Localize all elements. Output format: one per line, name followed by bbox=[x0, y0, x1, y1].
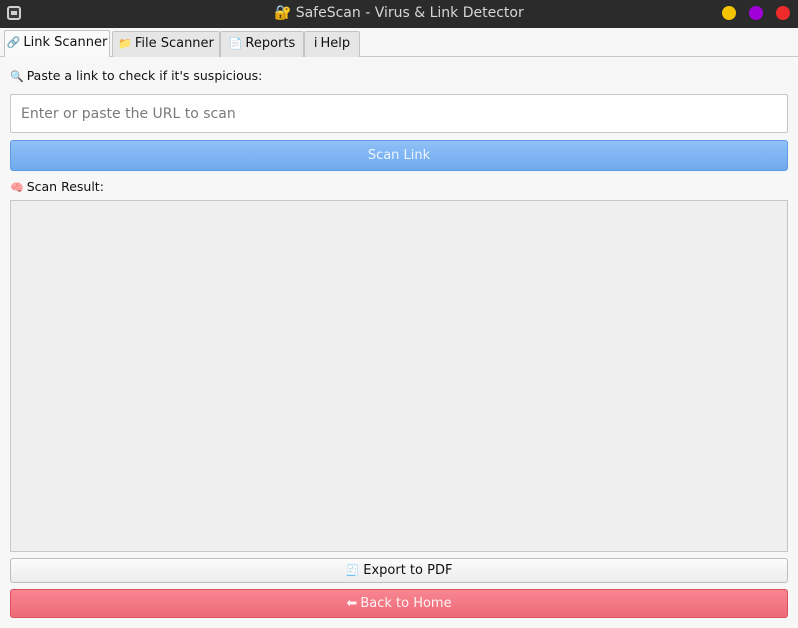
tab-label: Link Scanner bbox=[23, 35, 108, 50]
window-title-text: SafeScan - Virus & Link Detector bbox=[295, 5, 524, 21]
url-prompt-text: Paste a link to check if it's suspicious… bbox=[26, 68, 263, 83]
tab-label: Help bbox=[320, 36, 351, 51]
magnifier-icon: 🔍 bbox=[10, 70, 24, 83]
url-prompt: 🔍 Paste a link to check if it's suspiciou… bbox=[10, 68, 262, 83]
tab-file-scanner[interactable]: 📁 File Scanner bbox=[112, 31, 220, 57]
tab-bar: 🔗 Link Scanner 📁 File Scanner 📄 Reports i He… bbox=[0, 28, 798, 57]
url-input[interactable] bbox=[10, 94, 788, 133]
minimize-button[interactable] bbox=[722, 6, 736, 20]
maximize-button[interactable] bbox=[749, 6, 763, 20]
scan-result-output[interactable] bbox=[10, 200, 788, 552]
tab-label: File Scanner bbox=[134, 36, 214, 51]
back-to-home-button[interactable]: ⬅ Back to Home bbox=[10, 589, 788, 618]
info-icon: i bbox=[313, 36, 318, 51]
link-scanner-panel: 🔍 Paste a link to check if it's suspiciou… bbox=[0, 57, 798, 628]
tab-label: Reports bbox=[245, 36, 296, 51]
lock-icon: 🔐 bbox=[274, 5, 292, 21]
title-bar[interactable]: 🔐 SafeScan - Virus & Link Detector bbox=[0, 0, 798, 28]
close-button[interactable] bbox=[776, 6, 790, 20]
window-title: 🔐 SafeScan - Virus & Link Detector bbox=[0, 5, 798, 21]
receipt-icon: 🧾 bbox=[345, 564, 360, 577]
export-pdf-button[interactable]: 🧾 Export to PDF bbox=[10, 558, 788, 583]
scan-result-label: 🧠 Scan Result: bbox=[10, 179, 104, 194]
left-arrow-icon: ⬅ bbox=[346, 596, 358, 611]
tab-link-scanner[interactable]: 🔗 Link Scanner bbox=[4, 30, 110, 57]
tab-reports[interactable]: 📄 Reports bbox=[220, 31, 304, 57]
app-window: 🔐 SafeScan - Virus & Link Detector 🔗 Link … bbox=[0, 0, 798, 628]
export-pdf-label: Export to PDF bbox=[363, 563, 453, 578]
scan-link-button[interactable]: Scan Link bbox=[10, 140, 788, 171]
link-icon: 🔗 bbox=[6, 36, 21, 49]
document-icon: 📄 bbox=[228, 37, 243, 50]
scan-result-label-text: Scan Result: bbox=[26, 179, 104, 194]
folder-icon: 📁 bbox=[118, 37, 132, 50]
brain-icon: 🧠 bbox=[10, 181, 24, 194]
back-to-home-label: Back to Home bbox=[360, 596, 452, 611]
tab-help[interactable]: i Help bbox=[304, 31, 360, 57]
